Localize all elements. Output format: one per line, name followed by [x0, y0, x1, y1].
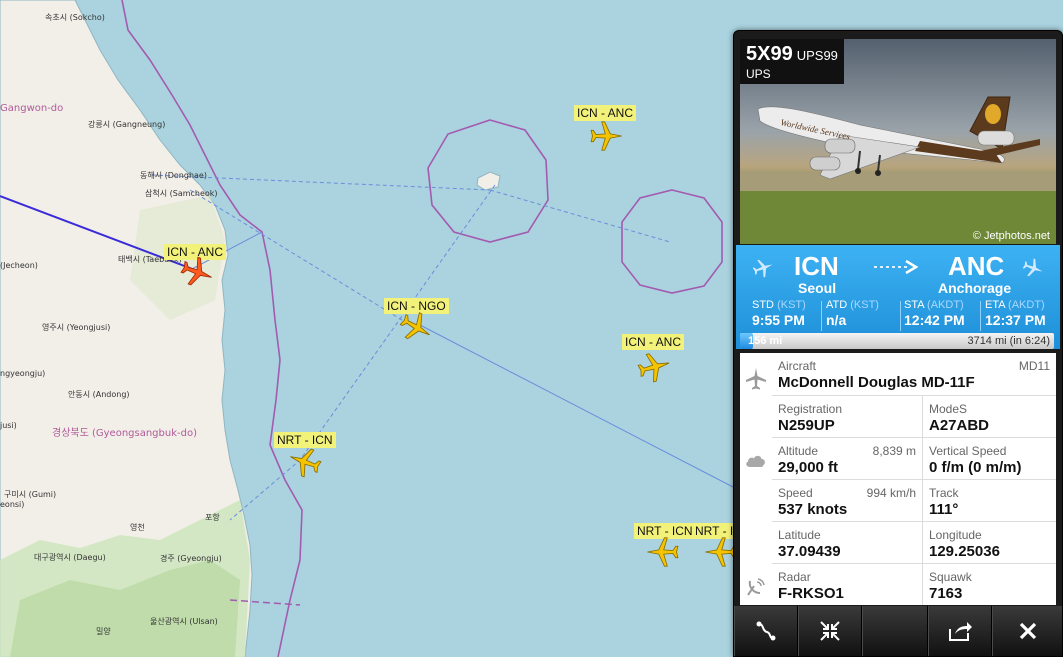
- vertical-speed-value: 0 f/m (0 m/m): [929, 459, 1022, 476]
- airline-name: UPS: [746, 67, 771, 81]
- place-label: 영천: [130, 522, 145, 532]
- place-label: eonsi): [0, 500, 24, 509]
- panel-toolbar: [734, 606, 1062, 656]
- plane-icon[interactable]: [589, 119, 623, 153]
- place-label: 밀양: [96, 627, 111, 636]
- origin-code: ICN: [794, 251, 839, 281]
- speed-label: Speed: [778, 486, 813, 500]
- place-label: 속초시 (Sokcho): [45, 13, 105, 22]
- aircraft-label: Aircraft: [778, 359, 817, 373]
- latitude-label: Latitude: [778, 528, 821, 542]
- destination-code: ANC: [948, 251, 1005, 281]
- std-time: STD (KST) 9:55 PM: [752, 299, 806, 328]
- route-section: ICN Seoul ANC Anchorage STD (KST) 9:55 P…: [736, 245, 1060, 349]
- place-label: ngyeongju): [0, 369, 45, 378]
- distance-remaining: 3714 mi (in 6:24): [967, 335, 1050, 347]
- flight-details: Aircraft MD11 McDonnell Douglas MD-11F R…: [740, 353, 1056, 605]
- track-value: 111°: [929, 501, 959, 518]
- close-button[interactable]: [992, 606, 1062, 656]
- airplane-icon: [746, 368, 766, 390]
- callsign-header: 5X99 UPS99 UPS: [740, 39, 844, 84]
- collapse-button[interactable]: [798, 606, 862, 656]
- origin-city: Seoul: [798, 280, 837, 296]
- place-label: 동해시 (Donghae): [140, 170, 207, 180]
- blank-toolbar-slot: [862, 606, 928, 656]
- registration-value: N259UP: [778, 417, 835, 434]
- altitude-label: Altitude: [778, 444, 819, 458]
- atd-time: ATD (KST) n/a: [826, 299, 879, 328]
- speed-metric: 994 km/h: [866, 486, 916, 500]
- flight-progress-bar: 156 mi 3714 mi (in 6:24): [740, 333, 1054, 349]
- flight-callsign-alt: UPS99: [796, 48, 838, 63]
- aircraft-photo[interactable]: Worldwide Services 5X99 UPS99 UPS © Jetph…: [740, 39, 1056, 244]
- share-button[interactable]: [928, 606, 992, 656]
- photo-credit: © Jetphotos.net: [972, 230, 1050, 242]
- route-arrow-icon: [874, 259, 919, 275]
- flight-callsign: 5X99: [746, 43, 793, 65]
- modes-value: A27ABD: [929, 417, 990, 434]
- place-label: 울산광역시 (Ulsan): [150, 616, 218, 626]
- sta-time: STA (AKDT) 12:42 PM: [904, 299, 965, 328]
- squawk-value: 7163: [929, 585, 963, 602]
- vertical-speed-label: Vertical Speed: [929, 444, 1007, 458]
- place-label: 구미시 (Gumi): [4, 490, 56, 499]
- radar-label: Radar: [778, 570, 811, 584]
- altitude-metric: 8,839 m: [872, 444, 916, 458]
- collapse-icon: [820, 621, 840, 641]
- departure-plane-icon: [752, 259, 773, 278]
- radar-icon: [747, 578, 765, 596]
- place-label: 대구광역시 (Daegu): [34, 552, 106, 562]
- eta-time: ETA (AKDT) 12:37 PM: [985, 299, 1046, 328]
- place-label: 영주시 (Yeongjusi): [42, 322, 110, 332]
- track-label: Track: [929, 486, 959, 500]
- longitude-value: 129.25036: [929, 543, 1000, 560]
- show-route-button[interactable]: [734, 606, 798, 656]
- radar-value: F-RKSO1: [778, 585, 844, 602]
- cloud-icon: [746, 455, 765, 467]
- longitude-label: Longitude: [929, 528, 982, 542]
- place-label: 경주 (Gyeongju): [160, 553, 222, 563]
- route-icon: [756, 621, 776, 641]
- latitude-value: 37.09439: [778, 543, 841, 560]
- plane-icon[interactable]: [646, 535, 680, 569]
- place-label: jusi): [0, 421, 17, 430]
- aircraft-code: MD11: [1018, 359, 1050, 373]
- place-label: (Jecheon): [0, 261, 38, 270]
- flight-info-panel: Worldwide Services 5X99 UPS99 UPS © Jetph…: [733, 30, 1063, 657]
- radar-row: Radar F-RKSO1 Squawk 7163: [772, 563, 1056, 605]
- modes-label: ModeS: [929, 402, 968, 416]
- arrival-plane-icon: [1022, 258, 1043, 277]
- close-icon: [1019, 622, 1037, 640]
- place-label: 안동시 (Andong): [68, 389, 130, 399]
- squawk-label: Squawk: [929, 570, 972, 584]
- distance-flown: 156 mi: [748, 335, 783, 347]
- place-label: 포항: [205, 513, 220, 522]
- share-icon: [949, 622, 972, 641]
- position-row: Latitude 37.09439 Longitude 129.25036: [772, 521, 1056, 564]
- speed-row: Speed 994 km/h 537 knots Track 111°: [772, 479, 1056, 522]
- aircraft-value: McDonnell Douglas MD-11F: [778, 374, 975, 391]
- registration-row: Registration N259UP ModeS A27ABD: [772, 395, 1056, 438]
- place-label: 삼척시 (Samcheok): [145, 188, 218, 198]
- place-label: Gangwon-do: [0, 103, 63, 114]
- altitude-value: 29,000 ft: [778, 459, 839, 476]
- registration-label: Registration: [778, 402, 843, 416]
- place-label: 강릉시 (Gangneung): [88, 119, 165, 129]
- place-label: 경상북도 (Gyeongsangbuk-do): [52, 426, 197, 439]
- speed-value: 537 knots: [778, 501, 848, 518]
- destination-city: Anchorage: [938, 280, 1012, 296]
- aircraft-row: Aircraft MD11 McDonnell Douglas MD-11F: [772, 353, 1056, 395]
- flight-tag[interactable]: ICN - ANC: [622, 334, 685, 350]
- altitude-row: Altitude 8,839 m 29,000 ft Vertical Spee…: [772, 437, 1056, 480]
